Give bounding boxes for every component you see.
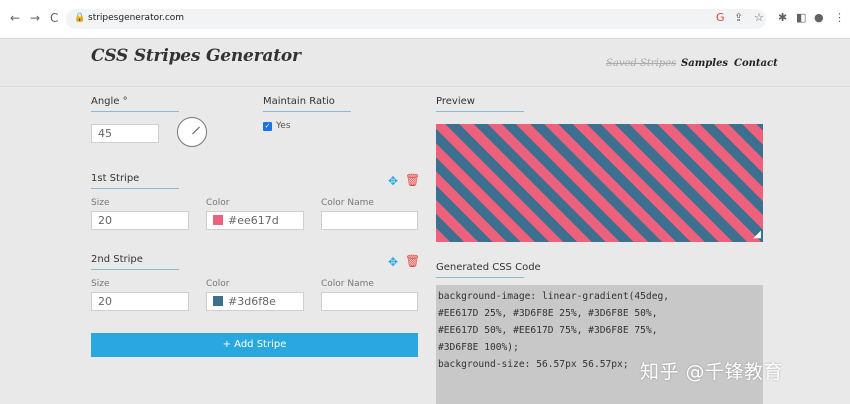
color-swatch [213,296,223,306]
angle-label: Angle ° [91,96,128,107]
resize-handle-icon[interactable]: ◢ [753,230,761,240]
stripe1-size-input[interactable]: 20 [91,211,189,230]
site-title[interactable]: CSS Stripes Generator [91,46,301,66]
stripe1-size-label: Size [91,198,110,208]
menu-icon[interactable]: ⋮ [834,11,845,25]
stripe2-color-input[interactable]: #3d6f8e [206,292,304,311]
angle-dial[interactable] [177,117,207,147]
sidepanel-icon[interactable]: ◧ [796,11,806,25]
stripe2-size-input[interactable]: 20 [91,292,189,311]
nav-contact[interactable]: Contact [734,58,778,69]
angle-input[interactable]: 45 [91,124,159,143]
stripe2-title: 2nd Stripe [91,254,143,265]
nav-saved-stripes[interactable]: Saved Stripes [606,58,676,69]
extensions-icon[interactable]: ✱ [778,11,787,25]
forward-icon[interactable]: → [30,11,40,25]
watermark: 知乎 @千锋教育 [640,361,784,383]
preview-label: Preview [436,96,475,107]
stripe1-color-label: Color [206,198,230,208]
color-swatch [213,215,223,225]
generated-code-label: Generated CSS Code [436,262,541,273]
ratio-underline [263,111,351,112]
stripes-preview: ◢ [436,124,763,242]
lock-icon: 🔒 [74,13,86,23]
header-divider [0,86,850,87]
maintain-ratio-checkbox[interactable]: ✓ [263,122,272,131]
stripe2-name-input[interactable] [321,292,418,311]
stripe1-name-label: Color Name [321,198,374,208]
stripe1-title: 1st Stripe [91,173,140,184]
reload-icon[interactable]: C [50,11,58,25]
browser-toolbar: ← → C 🔒 stripesgenerator.com G ⇪ ☆ ✱ ◧ ●… [0,0,850,39]
stripe2-color-value: #3d6f8e [228,295,276,308]
generated-underline [436,277,524,278]
generated-css-code[interactable]: background-image: linear-gradient(45deg,… [436,285,763,404]
angle-underline [91,111,179,112]
trash-icon[interactable]: 🗑 [405,255,420,267]
stripe1-name-input[interactable] [321,211,418,230]
stripe1-underline [91,188,179,189]
trash-icon[interactable]: 🗑 [405,174,420,186]
address-bar[interactable]: 🔒 stripesgenerator.com [66,9,766,29]
google-icon[interactable]: G [716,11,725,25]
share-icon[interactable]: ⇪ [734,11,743,25]
back-icon[interactable]: ← [10,11,20,25]
stripe1-color-input[interactable]: #ee617d [206,211,304,230]
maintain-ratio-label: Maintain Ratio [263,96,335,107]
stripe2-name-label: Color Name [321,279,374,289]
add-stripe-button[interactable]: + Add Stripe [91,333,418,357]
stripe2-size-label: Size [91,279,110,289]
preview-underline [436,111,524,112]
url-text: stripesgenerator.com [88,13,185,23]
stripe2-color-label: Color [206,279,230,289]
move-icon[interactable]: ✥ [388,175,398,187]
profile-icon[interactable]: ● [814,11,824,25]
move-icon[interactable]: ✥ [388,256,398,268]
nav-samples[interactable]: Samples [681,58,728,69]
stripe1-color-value: #ee617d [228,214,279,227]
stripe2-underline [91,269,179,270]
dial-hand [192,126,200,135]
bookmark-star-icon[interactable]: ☆ [754,11,764,25]
maintain-ratio-option: Yes [276,121,291,131]
